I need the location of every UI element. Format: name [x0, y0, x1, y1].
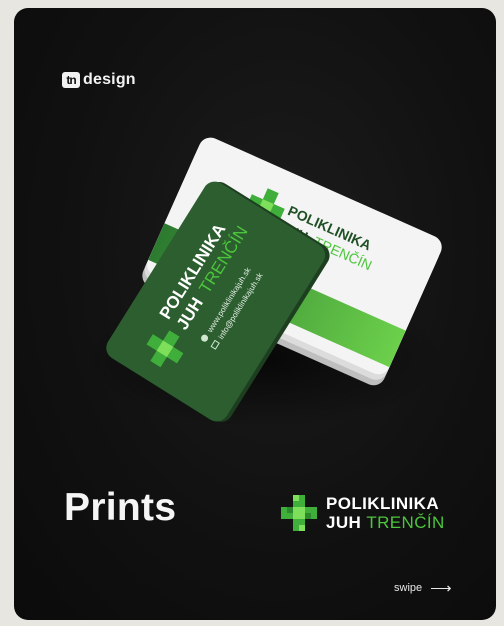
client-logo: POLIKLINIKA JUH TRENČÍN [280, 494, 445, 532]
arrow-right-icon: ⟶ [430, 579, 452, 597]
logo-city: TRENČÍN [366, 513, 445, 532]
logo-line2: JUH TRENČÍN [326, 513, 445, 532]
post-frame: tn design POLIKLINIKA TRENČÍN POLIKLINIK… [14, 8, 496, 620]
swipe-hint[interactable]: swipe ⟶ [394, 579, 452, 597]
pixel-cross-icon [281, 495, 317, 531]
logo-line1: POLIKLINIKA [326, 494, 440, 513]
section-heading: Prints [64, 486, 177, 529]
logo-juh: JUH [326, 513, 362, 532]
swipe-label: swipe [394, 582, 423, 594]
